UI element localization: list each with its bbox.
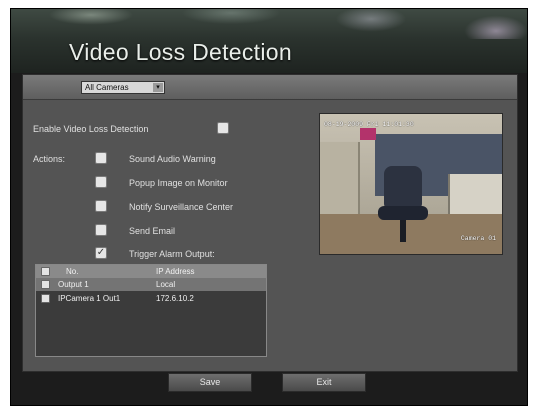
column-header-no: No.	[66, 267, 79, 276]
row-ip-address: 172.6.10.2	[156, 294, 194, 303]
trigger-alarm-output-label: Trigger Alarm Output:	[129, 249, 215, 259]
row-output-name: Output 1	[58, 280, 89, 289]
enable-video-loss-label: Enable Video Loss Detection	[33, 124, 149, 134]
row-output-name: IPCamera 1 Out1	[58, 294, 121, 303]
send-email-checkbox[interactable]	[95, 224, 107, 236]
preview-camera-name: Camera 01	[460, 235, 496, 242]
page-title: Video Loss Detection	[69, 39, 292, 65]
preview-red-poster	[360, 128, 376, 140]
settings-panel: All Cameras ▾ Enable Video Loss Detectio…	[22, 74, 518, 372]
camera-preview: 08-19-2009 Fri 11:01:30 Camera 01	[319, 113, 503, 255]
exit-button[interactable]: Exit	[282, 373, 366, 392]
send-email-label: Send Email	[129, 226, 176, 236]
column-header-ip-address: IP Address	[156, 267, 195, 276]
row-checkbox[interactable]	[41, 294, 50, 303]
select-all-checkbox[interactable]	[41, 267, 50, 276]
header-foliage-decoration	[11, 9, 527, 39]
save-button[interactable]: Save	[168, 373, 252, 392]
header-banner: Video Loss Detection	[11, 9, 527, 73]
preview-desk	[320, 214, 502, 254]
sound-audio-warning-checkbox[interactable]	[95, 152, 107, 164]
sound-audio-warning-label: Sound Audio Warning	[129, 154, 216, 164]
table-row[interactable]: IPCamera 1 Out1 172.6.10.2	[36, 292, 266, 305]
camera-toolbar: All Cameras ▾	[23, 75, 517, 100]
preview-timestamp: 08-19-2009 Fri 11:01:30	[324, 121, 414, 128]
alarm-output-table: No. IP Address Output 1 Local IPCamera 1…	[35, 264, 267, 357]
notify-surveillance-label: Notify Surveillance Center	[129, 202, 234, 212]
popup-image-label: Popup Image on Monitor	[129, 178, 228, 188]
popup-image-checkbox[interactable]	[95, 176, 107, 188]
chevron-down-icon[interactable]: ▾	[153, 83, 163, 92]
camera-select-value: All Cameras	[85, 83, 129, 92]
trigger-alarm-output-checkbox[interactable]: ✓	[95, 247, 107, 259]
preview-left-partition	[320, 142, 360, 222]
preview-chair-base	[400, 220, 406, 242]
table-row[interactable]: Output 1 Local	[36, 278, 266, 291]
table-header: No. IP Address	[36, 265, 266, 278]
preview-chair-seat	[378, 206, 428, 220]
notify-surveillance-checkbox[interactable]	[95, 200, 107, 212]
actions-label: Actions:	[33, 154, 66, 164]
enable-video-loss-checkbox[interactable]	[217, 122, 229, 134]
row-ip-address: Local	[156, 280, 176, 289]
camera-select-dropdown[interactable]: All Cameras ▾	[81, 81, 165, 94]
preview-chair-back	[384, 166, 422, 208]
row-checkbox[interactable]	[41, 280, 50, 289]
